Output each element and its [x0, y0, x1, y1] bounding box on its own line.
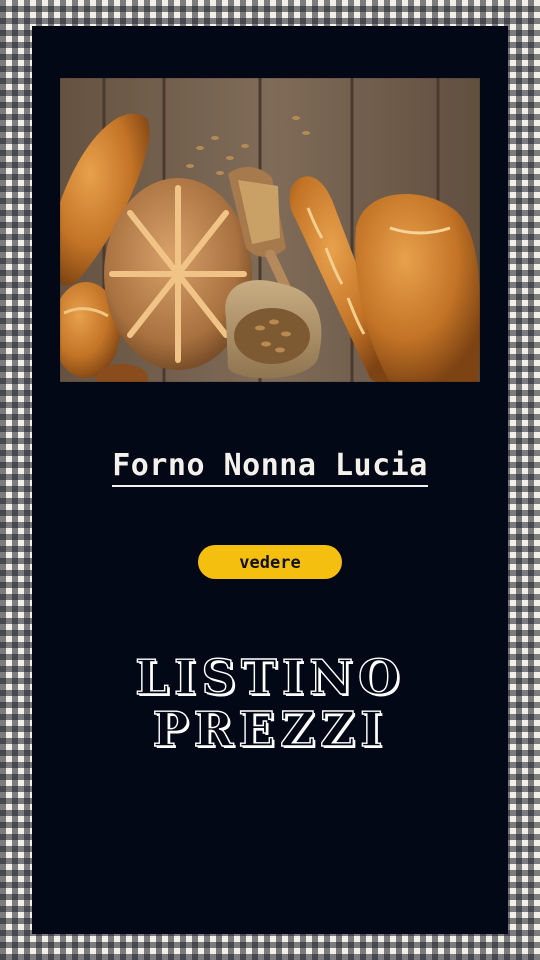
bakery-name-text: Forno Nonna Lucia: [112, 448, 428, 487]
view-button[interactable]: vedere: [198, 545, 342, 579]
bakery-name: Forno Nonna Lucia: [0, 448, 540, 487]
heading-line-2: PREZZI: [152, 702, 388, 758]
heading-line-1: LISTINO: [134, 650, 405, 706]
bread-photo: [60, 78, 480, 382]
price-list-heading: LISTINO PREZZI: [0, 650, 540, 758]
gingham-border: Forno Nonna Lucia vedere LISTINO PREZZI: [0, 0, 540, 960]
